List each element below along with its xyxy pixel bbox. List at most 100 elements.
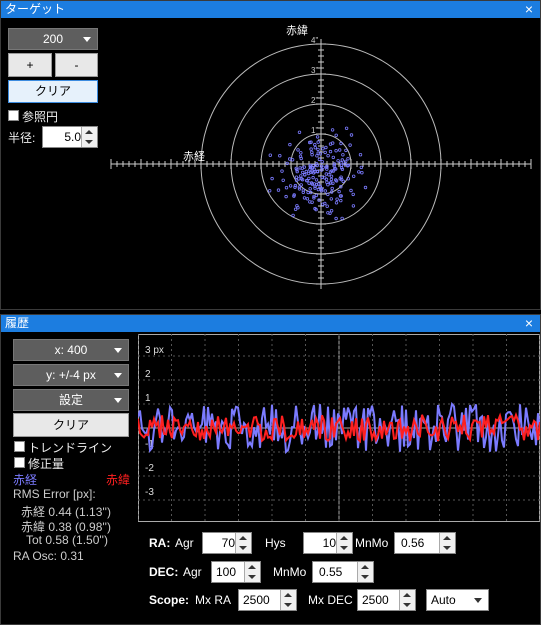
target-point (304, 178, 309, 183)
target-point (300, 170, 305, 175)
stepper-down-icon[interactable] (85, 140, 93, 144)
target-point (337, 148, 342, 152)
target-point (321, 147, 325, 151)
target-point (339, 175, 343, 179)
ra-agr-value: 70 (221, 536, 235, 550)
target-point (357, 170, 361, 174)
mx-dec-stepper[interactable]: 2500 (357, 589, 416, 611)
stepper-down-icon[interactable] (248, 575, 256, 579)
target-point (308, 200, 312, 204)
target-point (334, 148, 338, 153)
ring-label-3: 3" (311, 66, 318, 75)
target-point (331, 155, 335, 160)
target-point (281, 178, 285, 182)
target-grid (110, 39, 532, 289)
x-scale-dropdown[interactable]: x: 400 (13, 339, 129, 361)
settings-dropdown[interactable]: 設定 (13, 389, 129, 411)
dec-agr-stepper[interactable]: 100 (211, 561, 261, 583)
trendline-label: トレンドライン (28, 441, 113, 455)
correction-checkbox[interactable] (14, 457, 25, 468)
target-point (290, 158, 295, 162)
zoom-value: 200 (42, 32, 64, 46)
trendline-checkbox[interactable] (14, 441, 25, 452)
target-point (363, 185, 368, 190)
dec-agr-value: 100 (216, 565, 237, 579)
reference-circle-checkbox[interactable] (8, 110, 19, 121)
target-point (339, 141, 343, 146)
target-point (287, 157, 292, 161)
stepper-up-icon[interactable] (239, 536, 247, 540)
target-point (337, 189, 341, 194)
target-point (325, 167, 329, 171)
target-title: ターゲット (5, 2, 66, 16)
target-point (296, 205, 300, 210)
target-point (315, 169, 320, 174)
target-close-icon[interactable]: × (523, 1, 535, 18)
target-point (324, 145, 328, 150)
target-point (299, 151, 303, 155)
target-point (306, 190, 310, 195)
target-point (306, 171, 311, 176)
target-point (267, 189, 272, 193)
stepper-up-icon[interactable] (284, 593, 292, 597)
chevron-down-icon (114, 348, 122, 353)
target-point (325, 180, 329, 184)
zoom-out-button[interactable]: - (55, 53, 98, 77)
dec-mnmo-stepper[interactable]: 0.55 (312, 561, 374, 583)
ra-hys-stepper[interactable]: 10 (303, 532, 353, 554)
history-close-icon[interactable]: × (523, 315, 535, 332)
history-clear-button[interactable]: クリア (13, 413, 129, 437)
stepper-down-icon[interactable] (284, 603, 292, 607)
stepper-down-icon[interactable] (239, 546, 247, 550)
target-point (285, 161, 289, 166)
zoom-out-label: - (74, 58, 79, 72)
target-titlebar[interactable]: ターゲット × (1, 1, 540, 18)
ra-osc: RA Osc: 0.31 (13, 549, 84, 563)
stepper-up-icon[interactable] (340, 536, 348, 540)
target-point (295, 169, 299, 174)
ra-agr-stepper[interactable]: 70 (202, 532, 252, 554)
stepper-down-icon[interactable] (340, 546, 348, 550)
ring-label-4: 4" (311, 36, 318, 45)
target-point (307, 181, 311, 185)
ra-hys-value: 10 (322, 536, 336, 550)
y-label-m3: -3 (145, 487, 154, 498)
target-clear-button[interactable]: クリア (8, 80, 98, 103)
target-point (315, 163, 319, 168)
target-point (318, 184, 322, 189)
history-titlebar[interactable]: 履歴 × (1, 315, 540, 332)
mx-ra-stepper[interactable]: 2500 (238, 589, 297, 611)
target-point (344, 148, 348, 153)
stepper-down-icon[interactable] (443, 546, 451, 550)
mx-ra-value: 2500 (243, 593, 270, 607)
stepper-down-icon[interactable] (403, 603, 411, 607)
target-point (305, 197, 310, 201)
target-point (328, 149, 333, 154)
target-point (315, 135, 320, 139)
scope-auto-select[interactable]: Auto (426, 589, 489, 611)
target-point (330, 128, 335, 132)
stepper-up-icon[interactable] (85, 130, 93, 134)
target-point (314, 193, 319, 198)
stepper-up-icon[interactable] (248, 565, 256, 569)
zoom-in-button[interactable]: + (8, 53, 52, 77)
radius-stepper[interactable]: 5.0 (42, 126, 98, 148)
y-scale-dropdown[interactable]: y: +/-4 px (13, 364, 129, 386)
reference-circle-label: 参照円 (22, 110, 59, 124)
target-point (302, 196, 307, 200)
target-point (334, 133, 338, 137)
ra-mnmo-value: 0.56 (401, 536, 425, 550)
target-point (346, 176, 350, 181)
target-point (303, 173, 307, 177)
stepper-down-icon[interactable] (361, 575, 369, 579)
stepper-up-icon[interactable] (361, 565, 369, 569)
target-point (339, 163, 344, 167)
target-point (320, 159, 324, 164)
zoom-dropdown[interactable]: 200 (8, 28, 98, 50)
target-point (299, 183, 303, 187)
target-point (284, 185, 289, 190)
ra-mnmo-stepper[interactable]: 0.56 (394, 532, 456, 554)
dec-mnmo-value: 0.55 (319, 565, 343, 579)
stepper-up-icon[interactable] (443, 536, 451, 540)
stepper-up-icon[interactable] (403, 593, 411, 597)
